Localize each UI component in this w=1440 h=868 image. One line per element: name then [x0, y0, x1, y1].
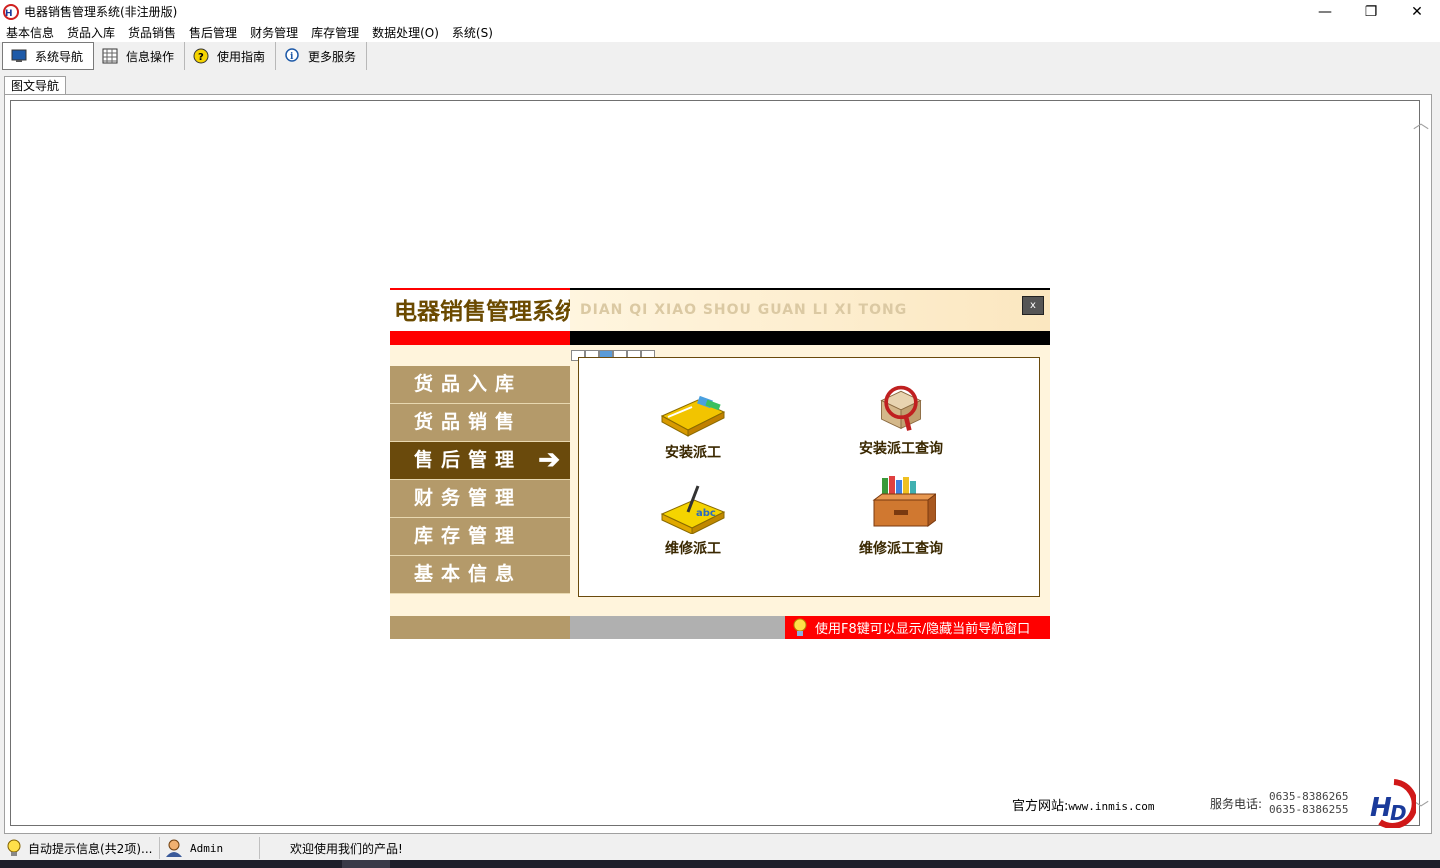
navigator-close-button[interactable]: x [1022, 296, 1044, 315]
menu-system[interactable]: 系统(S) [448, 24, 502, 41]
more-services-button[interactable]: i 更多服务 [276, 42, 368, 70]
user-avatar-icon [166, 839, 182, 857]
menu-finance[interactable]: 财务管理 [246, 24, 307, 41]
nav-item-label: 货品销售 [414, 411, 523, 433]
phone-label: 服务电话: [1210, 797, 1263, 811]
menu-after-sales[interactable]: 售后管理 [185, 24, 246, 41]
func-install-dispatch-query[interactable]: 安装派工查询 [831, 382, 971, 458]
magnifier-box-icon [880, 385, 922, 431]
nav-item-goods-in[interactable]: 货品入库 [390, 366, 570, 404]
menu-basic-info[interactable]: 基本信息 [2, 24, 63, 41]
navigator-footer: 使用F8键可以显示/隐藏当前导航窗口 [390, 616, 1050, 639]
restore-button[interactable]: ❐ [1348, 0, 1394, 23]
minimize-button[interactable]: — [1302, 0, 1348, 23]
func-install-dispatch[interactable]: 安装派工 [623, 386, 763, 462]
nav-item-label: 财务管理 [414, 487, 523, 509]
status-tips[interactable]: 自动提示信息(共2项)... [0, 837, 160, 859]
close-button[interactable]: ✕ [1394, 0, 1440, 23]
svg-text:H: H [5, 9, 13, 19]
menu-bar: 基本信息 货品入库 货品销售 售后管理 财务管理 库存管理 数据处理(O) 系统… [0, 23, 1440, 42]
taskbar-app-button[interactable] [342, 860, 390, 868]
navigator-title: 电器销售管理系统 [390, 288, 570, 331]
func-label: 安装派工查询 [859, 441, 943, 457]
grid-icon [102, 48, 118, 64]
nav-item-label: 货品入库 [414, 373, 523, 395]
navigator-header: 电器销售管理系统 DIAN QI XIAO SHOU GUAN LI XI TO… [390, 288, 1050, 331]
svg-text:D: D [1390, 801, 1407, 825]
navigator-pinyin: DIAN QI XIAO SHOU GUAN LI XI TONG [580, 302, 908, 318]
lightbulb-icon [793, 618, 807, 636]
nav-item-goods-sales[interactable]: 货品销售 [390, 404, 570, 442]
nav-item-inventory[interactable]: 库存管理 [390, 518, 570, 556]
phone-2: 0635-8386255 [1269, 803, 1349, 816]
site-url[interactable]: www.inmis.com [1068, 800, 1154, 813]
status-user-name: Admin [190, 841, 224, 855]
phone-numbers: 0635-8386265 0635-8386255 [1269, 790, 1348, 816]
nav-item-label: 售后管理 [414, 449, 523, 471]
system-nav-button[interactable]: 系统导航 [2, 42, 95, 70]
help-icon: ? [193, 48, 209, 64]
svg-text:H: H [1370, 793, 1392, 823]
tip-bulb-icon [7, 839, 21, 856]
user-guide-button[interactable]: ? 使用指南 [185, 42, 277, 70]
app-logo-icon: H [3, 3, 19, 20]
func-label: 安装派工 [665, 445, 721, 461]
svg-text:?: ? [198, 52, 204, 63]
func-repair-dispatch-query[interactable]: 维修派工查询 [831, 472, 971, 558]
site-label: 官方网站: [1012, 799, 1069, 814]
nav-item-label: 库存管理 [414, 525, 523, 547]
notebook-pen-icon: abc [660, 485, 726, 534]
title-bar: H 电器销售管理系统(非注册版) — ❐ ✕ [0, 0, 1440, 23]
monitor-icon [11, 48, 27, 64]
nav-item-after-sales[interactable]: 售后管理 ➔ [390, 442, 570, 480]
navigator-window: 电器销售管理系统 DIAN QI XIAO SHOU GUAN LI XI TO… [390, 288, 1050, 639]
more-services-label: 更多服务 [308, 49, 357, 64]
info-ops-button[interactable]: 信息操作 [94, 42, 186, 70]
red-stripe [390, 331, 570, 345]
status-user: Admin [160, 837, 260, 859]
file-drawer-icon [872, 476, 936, 527]
user-guide-label: 使用指南 [217, 49, 266, 64]
scroll-up-icon[interactable]: ︿ [1413, 109, 1429, 133]
info-icon: i [284, 48, 300, 64]
nav-item-basic-info[interactable]: 基本信息 [390, 556, 570, 594]
toolbar: 系统导航 信息操作 ? 使用指南 i 更多服务 [0, 42, 1440, 70]
navigator-title-banner: DIAN QI XIAO SHOU GUAN LI XI TONG x [570, 288, 1050, 331]
arrow-right-icon: ➔ [538, 445, 560, 475]
footer-tip: 使用F8键可以显示/隐藏当前导航窗口 [785, 616, 1050, 639]
function-panel: 安装派工 安装派工查询 abc 维修派工 维修派工查询 [578, 357, 1040, 597]
info-ops-label: 信息操作 [126, 49, 175, 64]
footer-tip-text: 使用F8键可以显示/隐藏当前导航窗口 [815, 622, 1031, 637]
svg-text:i: i [290, 52, 294, 62]
status-welcome: 欢迎使用我们的产品! [260, 837, 407, 859]
notebook-icon [660, 395, 726, 437]
window-title: 电器销售管理系统(非注册版) [24, 5, 178, 19]
system-nav-label: 系统导航 [35, 49, 84, 64]
nav-item-finance[interactable]: 财务管理 [390, 480, 570, 518]
tab-strip: 图文导航 [0, 74, 1440, 95]
company-logo-icon: H D [1370, 779, 1416, 828]
menu-inventory[interactable]: 库存管理 [307, 24, 368, 41]
func-repair-dispatch[interactable]: abc 维修派工 [623, 482, 763, 558]
status-welcome-text: 欢迎使用我们的产品! [290, 841, 403, 856]
footer-middle [570, 616, 785, 639]
status-bar: 自动提示信息(共2项)... Admin 欢迎使用我们的产品! [0, 836, 1440, 860]
navigator-menu: 货品入库 货品销售 售后管理 ➔ 财务管理 库存管理 基本信息 [390, 366, 570, 594]
func-label: 维修派工 [665, 541, 721, 557]
phone-1: 0635-8386265 [1269, 790, 1349, 803]
func-label: 维修派工查询 [859, 541, 943, 557]
official-site: 官方网站:www.inmis.com [1012, 795, 1154, 814]
footer-left [390, 616, 570, 639]
menu-data-processing[interactable]: 数据处理(O) [368, 24, 448, 41]
tab-graphic-nav[interactable]: 图文导航 [4, 76, 67, 95]
menu-goods-in[interactable]: 货品入库 [63, 24, 124, 41]
taskbar [0, 860, 1440, 868]
menu-goods-sales[interactable]: 货品销售 [124, 24, 185, 41]
svg-text:abc: abc [696, 508, 716, 519]
status-tips-text: 自动提示信息(共2项)... [28, 841, 153, 856]
black-stripe [570, 331, 1050, 345]
nav-item-label: 基本信息 [414, 563, 523, 585]
